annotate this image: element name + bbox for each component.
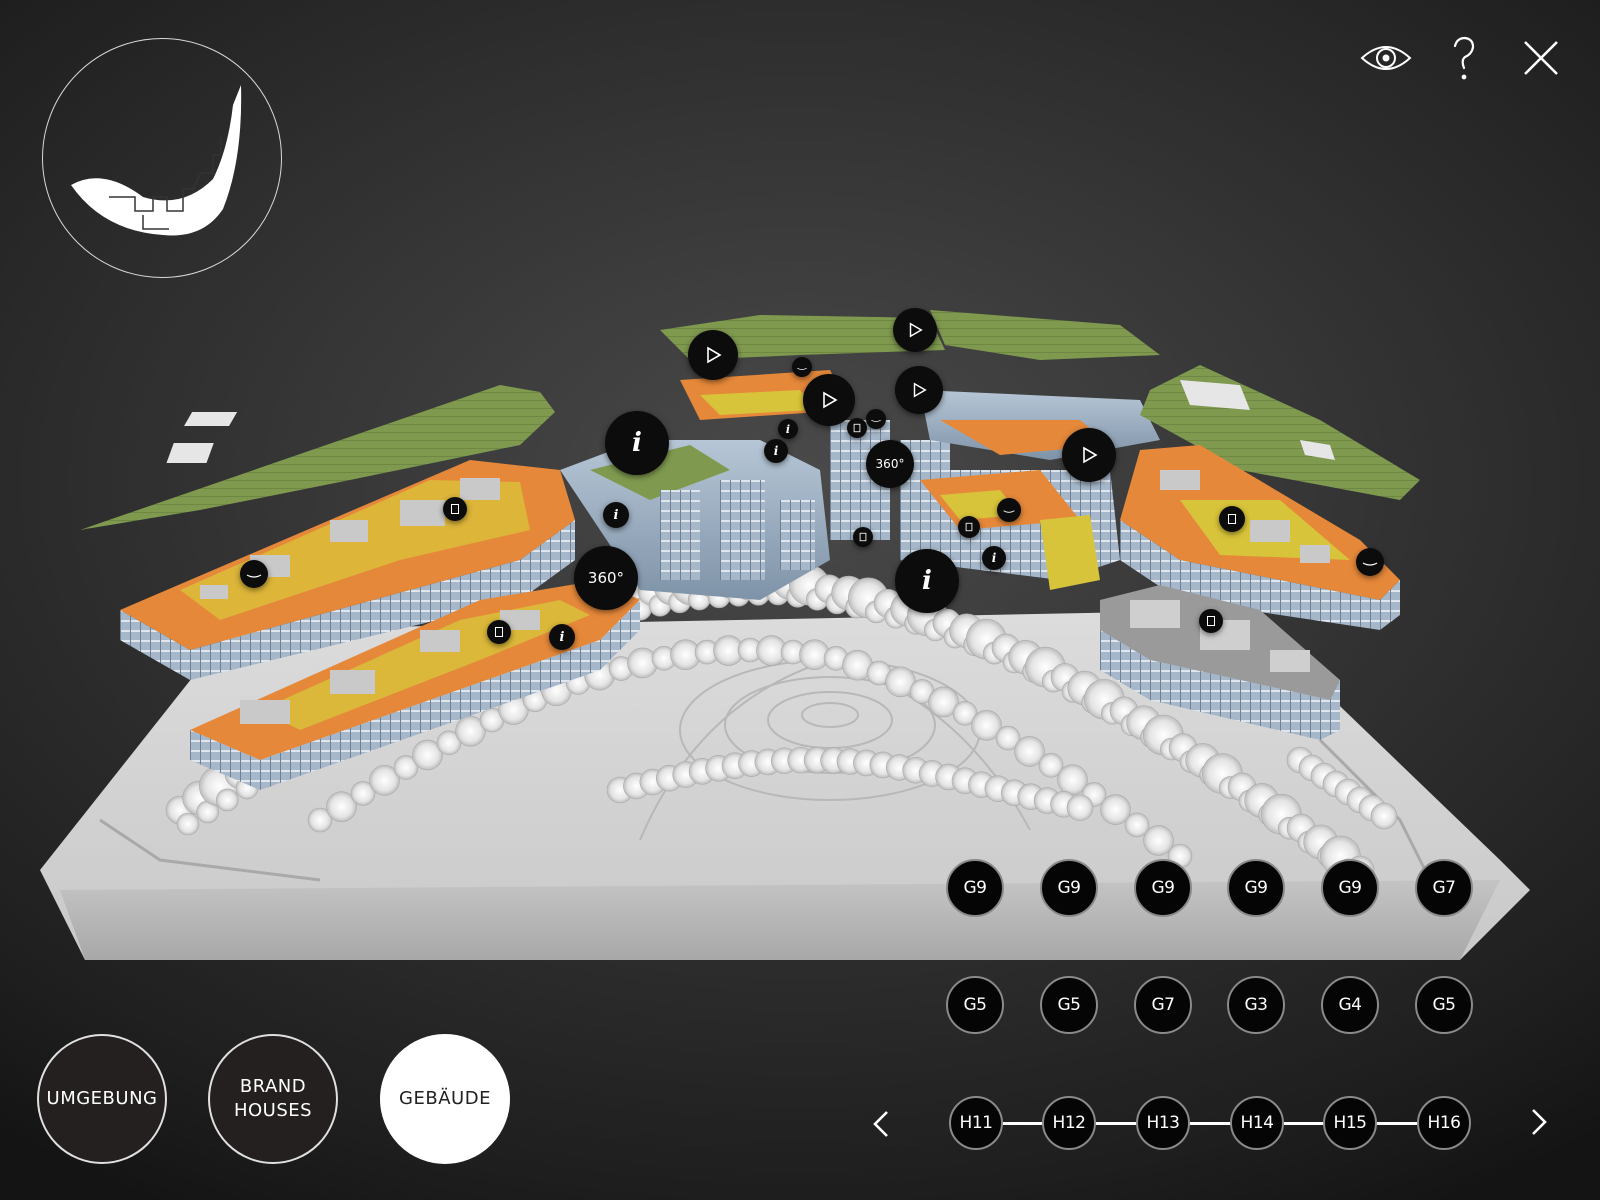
level-g-r1-1[interactable]: G9 bbox=[946, 859, 1004, 917]
rotate-hotspot-3[interactable] bbox=[997, 498, 1021, 522]
mode-surroundings-button[interactable]: UMGEBUNG bbox=[37, 1034, 167, 1164]
level-g-r2-2[interactable]: G5 bbox=[1040, 976, 1098, 1034]
rotate-icon bbox=[797, 367, 807, 370]
close-button[interactable] bbox=[1513, 30, 1569, 86]
document-icon bbox=[853, 423, 861, 433]
rotate-hotspot-4[interactable] bbox=[792, 357, 812, 377]
level-g-r1-3[interactable]: G9 bbox=[1134, 859, 1192, 917]
next-house-button[interactable] bbox=[1518, 1102, 1558, 1142]
rotate-icon bbox=[1362, 562, 1378, 566]
level-g-r2-1[interactable]: G5 bbox=[946, 976, 1004, 1034]
level-g-r1-5[interactable]: G9 bbox=[1321, 859, 1379, 917]
mode-buildings-label: GEBÄUDE bbox=[399, 1088, 491, 1109]
play-hotspot-2[interactable] bbox=[893, 308, 937, 352]
mode-brand-houses-label: BRAND HOUSES bbox=[234, 1075, 312, 1123]
prev-house-button[interactable] bbox=[862, 1104, 902, 1144]
doc-hotspot-2[interactable] bbox=[487, 620, 511, 644]
level-g-r2-5[interactable]: G4 bbox=[1321, 976, 1379, 1034]
mode-buildings-button[interactable]: GEBÄUDE bbox=[380, 1034, 510, 1164]
chevron-left-icon bbox=[873, 1111, 888, 1137]
logo[interactable] bbox=[42, 38, 282, 278]
info-hotspot-2[interactable]: i bbox=[895, 549, 959, 613]
info-hotspot-7[interactable]: i bbox=[982, 546, 1006, 570]
level-g-r1-4[interactable]: G9 bbox=[1227, 859, 1285, 917]
level-g-r1-6[interactable]: G7 bbox=[1415, 859, 1473, 917]
info-hotspot-5[interactable]: i bbox=[764, 439, 788, 463]
eye-icon bbox=[1360, 46, 1412, 70]
rotate-hotspot-1[interactable] bbox=[240, 560, 268, 588]
document-icon bbox=[965, 522, 973, 532]
doc-hotspot-7[interactable] bbox=[847, 418, 867, 438]
rotate-icon bbox=[246, 574, 262, 578]
pano-hotspot-2[interactable]: 360° bbox=[866, 440, 914, 488]
play-hotspot-5[interactable] bbox=[1062, 428, 1116, 482]
level-g-r2-3[interactable]: G7 bbox=[1134, 976, 1192, 1034]
close-icon bbox=[1524, 41, 1558, 75]
mode-brand-houses-button[interactable]: BRAND HOUSES bbox=[208, 1034, 338, 1164]
mode-surroundings-label: UMGEBUNG bbox=[46, 1088, 158, 1109]
document-icon bbox=[495, 627, 503, 637]
help-button[interactable] bbox=[1436, 30, 1492, 86]
rotate-icon bbox=[1003, 510, 1015, 513]
play-icon bbox=[823, 391, 838, 409]
house-h12[interactable]: H12 bbox=[1042, 1096, 1096, 1150]
chevron-right-icon bbox=[1532, 1109, 1547, 1135]
document-icon bbox=[451, 504, 459, 514]
question-icon bbox=[1453, 36, 1475, 80]
visibility-button[interactable] bbox=[1358, 30, 1414, 86]
doc-hotspot-1[interactable] bbox=[443, 497, 467, 521]
document-icon bbox=[859, 532, 867, 542]
info-hotspot-1[interactable]: i bbox=[605, 411, 669, 475]
mode-brand-houses-line-1: BRAND bbox=[239, 1076, 307, 1097]
play-icon bbox=[913, 382, 927, 398]
house-h16[interactable]: H16 bbox=[1417, 1096, 1471, 1150]
rotate-icon bbox=[871, 419, 881, 422]
level-g-r2-4[interactable]: G3 bbox=[1227, 976, 1285, 1034]
doc-hotspot-4[interactable] bbox=[1199, 609, 1223, 633]
play-hotspot-4[interactable] bbox=[895, 366, 943, 414]
house-h11[interactable]: H11 bbox=[949, 1096, 1003, 1150]
house-h13[interactable]: H13 bbox=[1136, 1096, 1190, 1150]
house-h14[interactable]: H14 bbox=[1230, 1096, 1284, 1150]
info-hotspot-3[interactable]: i bbox=[603, 502, 629, 528]
campus-logo-icon bbox=[71, 85, 242, 236]
play-hotspot-1[interactable] bbox=[688, 330, 738, 380]
mode-brand-houses-line-2: HOUSES bbox=[233, 1100, 313, 1121]
document-icon bbox=[1207, 616, 1215, 626]
level-g-r2-6[interactable]: G5 bbox=[1415, 976, 1473, 1034]
play-icon bbox=[909, 322, 923, 338]
info-hotspot-4[interactable]: i bbox=[549, 624, 575, 650]
house-h15[interactable]: H15 bbox=[1323, 1096, 1377, 1150]
doc-hotspot-3[interactable] bbox=[1219, 506, 1245, 532]
doc-hotspot-6[interactable] bbox=[853, 527, 873, 547]
rotate-hotspot-5[interactable] bbox=[866, 409, 886, 429]
play-icon bbox=[707, 346, 722, 364]
play-hotspot-3[interactable] bbox=[803, 374, 855, 426]
level-g-r1-2[interactable]: G9 bbox=[1040, 859, 1098, 917]
play-icon bbox=[1083, 446, 1098, 464]
pano-hotspot-1[interactable]: 360° bbox=[574, 546, 638, 610]
document-icon bbox=[1228, 514, 1236, 524]
info-hotspot-6[interactable]: i bbox=[778, 419, 798, 439]
doc-hotspot-5[interactable] bbox=[958, 516, 980, 538]
rotate-hotspot-2[interactable] bbox=[1356, 548, 1384, 576]
